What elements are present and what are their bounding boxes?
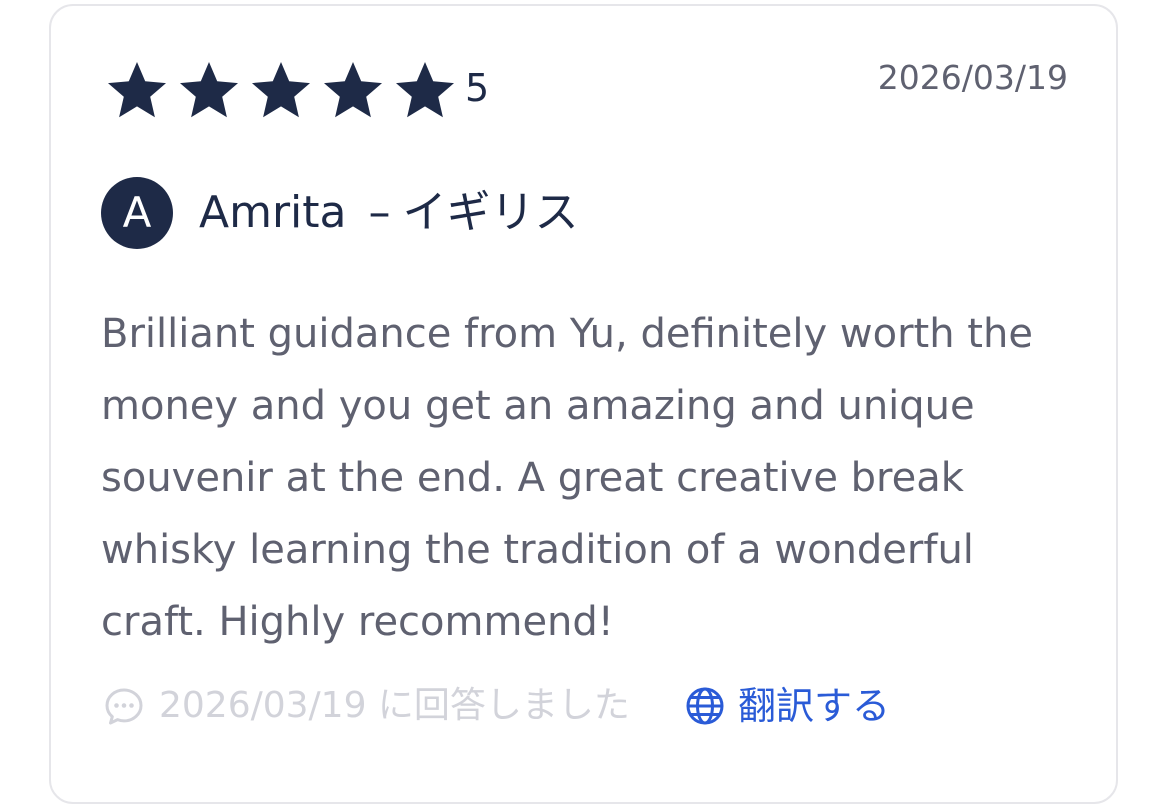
avatar: A: [101, 177, 173, 249]
review-body: Brilliant guidance from Yu, definitely w…: [101, 311, 1033, 645]
translate-label: 翻訳する: [737, 684, 890, 728]
rating: 5: [105, 58, 489, 122]
review-card: 5 2026/03/19 A Amrita – イギリス Brilliant g…: [49, 4, 1118, 804]
star-rating: [105, 58, 465, 122]
globe-icon: [684, 685, 726, 727]
star-icon: [321, 58, 385, 122]
star-icon: [249, 58, 313, 122]
star-icon: [105, 58, 169, 122]
author-separator: –: [368, 187, 391, 238]
rating-value: 5: [465, 66, 490, 110]
reply-status: 2026/03/19 に回答しました: [159, 685, 630, 726]
comment-icon: [103, 685, 145, 727]
author-name: Amrita: [199, 187, 347, 238]
author-country: イギリス: [402, 187, 579, 238]
review-footer: 2026/03/19 に回答しました 翻訳する: [103, 678, 890, 734]
translate-button[interactable]: 翻訳する: [684, 685, 890, 727]
star-icon: [177, 58, 241, 122]
author: A Amrita – イギリス: [101, 177, 579, 249]
review-date: 2026/03/19: [877, 58, 1068, 97]
star-icon: [393, 58, 457, 122]
